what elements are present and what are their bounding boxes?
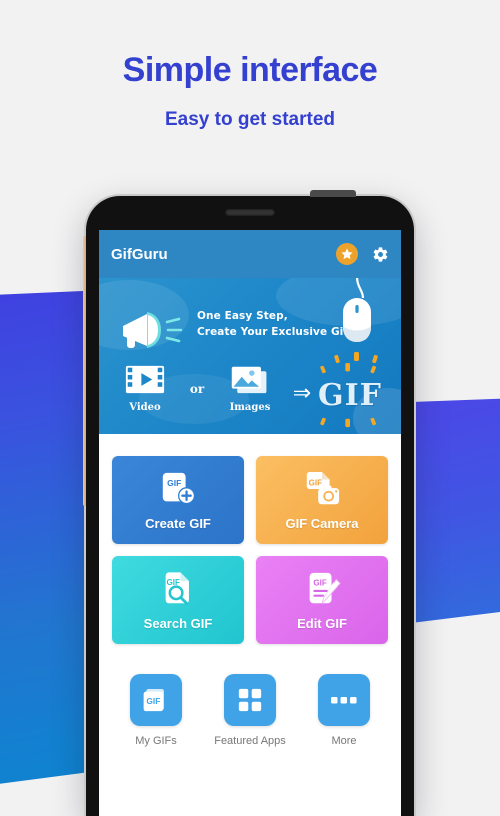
tile-search-gif[interactable]: GIF Search GIF (112, 556, 244, 644)
tile-label: Search GIF (143, 615, 213, 631)
phone-speaker-grille (225, 209, 275, 216)
gif-folder-icon: GIF (130, 674, 182, 726)
shortcut-my-gifs[interactable]: GIF My GIFs (114, 674, 198, 747)
film-strip-play-icon (125, 365, 165, 394)
shortcut-featured-apps[interactable]: Featured Apps (208, 674, 292, 747)
banner-flow-images-label: Images (229, 402, 271, 413)
banner-tagline-line2: Create Your Exclusive Gif ! (197, 326, 357, 339)
shortcut-label: My GIFs (135, 735, 177, 747)
svg-text:GIF: GIF (167, 577, 181, 586)
app-bar: GifGuru (99, 230, 401, 278)
banner-gif-wordmark: GIF (318, 378, 382, 413)
svg-text:GIF: GIF (146, 696, 160, 706)
computer-mouse-icon (343, 278, 371, 342)
tile-create-gif[interactable]: GIF Create GIF (112, 456, 244, 544)
phone-screen: GifGuru One Easy Step, Create Your Exclu… (99, 230, 401, 816)
shortcut-more[interactable]: More (302, 674, 386, 747)
tile-label: Edit GIF (297, 615, 347, 631)
gif-spark-icon (320, 362, 376, 374)
banner-flow-video: Video (115, 364, 175, 413)
svg-text:GIF: GIF (313, 578, 327, 587)
banner-tagline: One Easy Step, Create Your Exclusive Gif… (197, 308, 357, 341)
promo-banner[interactable]: One Easy Step, Create Your Exclusive Gif… (99, 278, 401, 434)
banner-flow-video-label: Video (129, 402, 161, 413)
banner-flow-connector: or (189, 382, 205, 396)
phone-mockup: GifGuru One Easy Step, Create Your Exclu… (83, 190, 414, 816)
banner-flow-images: Images (217, 364, 283, 413)
promo-subheadline: Easy to get started (165, 109, 335, 131)
gif-document-plus-icon: GIF (157, 470, 199, 510)
phone-power-button[interactable] (310, 190, 356, 197)
star-icon[interactable] (336, 243, 358, 265)
banner-flow-result: GIF (307, 362, 393, 429)
gif-spark-icon (320, 417, 376, 428)
gif-document-camera-icon: GIF (301, 470, 343, 510)
feature-tile-grid: GIF Create GIF GIF GIF Camera GIF Search… (99, 434, 401, 644)
promo-headline: Simple interface (122, 51, 378, 89)
banner-flow-row: Video or Images ⇒ GIF (99, 360, 401, 429)
gear-icon[interactable] (372, 246, 389, 263)
banner-tagline-line1: One Easy Step, (197, 310, 288, 322)
tile-edit-gif[interactable]: GIF Edit GIF (256, 556, 388, 644)
shortcut-label: More (331, 735, 357, 747)
promo-text-block: Simple interface Easy to get started (0, 51, 500, 131)
ellipsis-icon (318, 674, 370, 726)
gif-document-pencil-icon: GIF (301, 570, 343, 610)
megaphone-icon (123, 312, 183, 348)
gif-document-search-icon: GIF (157, 570, 199, 610)
photo-stack-icon (231, 366, 267, 394)
tile-label: Create GIF (145, 515, 211, 531)
shortcut-row: GIF My GIFs Featured Apps More (99, 644, 401, 747)
grid-squares-icon (224, 674, 276, 726)
app-title: GifGuru (111, 245, 168, 263)
tile-label: GIF Camera (285, 515, 359, 531)
phone-side-edge (83, 236, 86, 506)
svg-text:GIF: GIF (167, 478, 181, 488)
svg-text:GIF: GIF (309, 478, 323, 487)
tile-gif-camera[interactable]: GIF GIF Camera (256, 456, 388, 544)
shortcut-label: Featured Apps (214, 735, 286, 747)
